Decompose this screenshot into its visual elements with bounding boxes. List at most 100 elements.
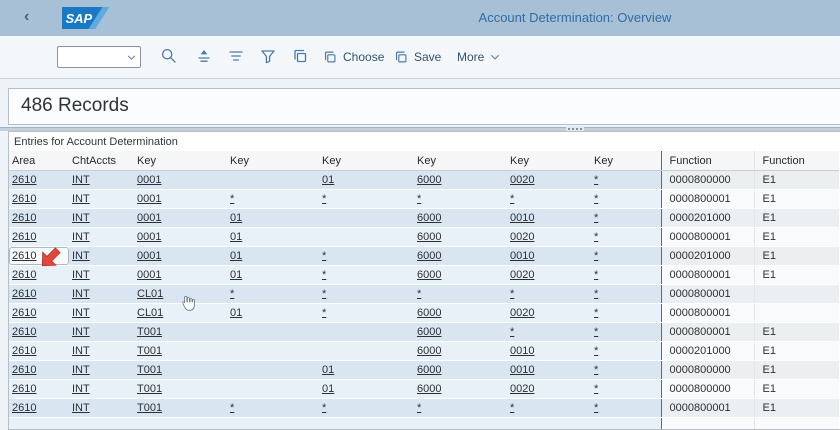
table-cell[interactable]: 0000800001 bbox=[661, 285, 754, 304]
table-cell[interactable]: 0000201000 bbox=[661, 342, 754, 361]
table-cell[interactable]: * bbox=[591, 209, 661, 228]
table-cell[interactable] bbox=[227, 171, 319, 190]
table-cell[interactable]: * bbox=[507, 399, 591, 418]
table-cell[interactable]: * bbox=[319, 266, 414, 285]
table-cell[interactable]: * bbox=[319, 247, 414, 266]
table-cell[interactable]: INT bbox=[69, 247, 134, 266]
table-cell[interactable]: * bbox=[591, 171, 661, 190]
table-cell[interactable]: INT bbox=[69, 304, 134, 323]
table-cell[interactable]: E1 bbox=[754, 228, 839, 247]
table-cell[interactable]: INT bbox=[69, 266, 134, 285]
column-header-area[interactable]: Area bbox=[9, 151, 69, 171]
table-cell[interactable]: 0010 bbox=[507, 342, 591, 361]
table-cell[interactable]: 2610 bbox=[9, 342, 69, 361]
table-cell[interactable]: E1 bbox=[754, 266, 839, 285]
table-cell[interactable]: E1 bbox=[754, 190, 839, 209]
column-header-key-4[interactable]: Key bbox=[414, 151, 507, 171]
table-cell[interactable]: INT bbox=[69, 190, 134, 209]
table-cell[interactable]: 0020 bbox=[507, 171, 591, 190]
table-cell[interactable]: * bbox=[591, 323, 661, 342]
table-cell[interactable]: 0010 bbox=[507, 361, 591, 380]
table-cell[interactable]: E1 bbox=[754, 342, 839, 361]
sort-ascending-button[interactable] bbox=[194, 47, 214, 67]
table-cell[interactable]: INT bbox=[69, 380, 134, 399]
table-cell[interactable]: * bbox=[414, 190, 507, 209]
table-cell[interactable]: 0020 bbox=[507, 266, 591, 285]
table-cell[interactable]: * bbox=[319, 399, 414, 418]
table-cell[interactable]: 0000800001 bbox=[661, 228, 754, 247]
table-cell[interactable]: 0020 bbox=[507, 380, 591, 399]
table-cell[interactable] bbox=[754, 285, 839, 304]
table-cell[interactable]: 6000 bbox=[414, 323, 507, 342]
table-cell[interactable]: 0020 bbox=[507, 228, 591, 247]
table-cell[interactable]: 0001 bbox=[134, 171, 227, 190]
table-cell[interactable]: 6000 bbox=[414, 304, 507, 323]
table-cell[interactable]: 2610 bbox=[9, 171, 69, 190]
more-button[interactable]: More bbox=[457, 46, 501, 68]
table-cell[interactable]: 2610 bbox=[9, 304, 69, 323]
table-cell[interactable]: 0020 bbox=[507, 304, 591, 323]
table-cell[interactable]: * bbox=[591, 247, 661, 266]
table-cell[interactable]: * bbox=[507, 285, 591, 304]
table-cell[interactable]: * bbox=[591, 304, 661, 323]
table-cell[interactable]: E1 bbox=[754, 247, 839, 266]
table-cell[interactable]: 0000800001 bbox=[661, 266, 754, 285]
table-cell[interactable] bbox=[319, 323, 414, 342]
table-cell[interactable] bbox=[319, 228, 414, 247]
table-cell[interactable]: 01 bbox=[227, 304, 319, 323]
table-cell[interactable] bbox=[319, 209, 414, 228]
table-cell[interactable]: 6000 bbox=[414, 380, 507, 399]
table-cell[interactable]: 2610 bbox=[9, 323, 69, 342]
table-cell[interactable]: 2610 bbox=[9, 285, 69, 304]
column-header-chtaccts[interactable]: ChtAccts bbox=[69, 151, 134, 171]
choose-button[interactable]: Choose bbox=[322, 46, 384, 68]
table-cell[interactable]: * bbox=[591, 342, 661, 361]
table-cell[interactable] bbox=[319, 342, 414, 361]
find-button[interactable] bbox=[159, 47, 179, 67]
table-cell[interactable]: 01 bbox=[319, 361, 414, 380]
table-cell[interactable]: 0001 bbox=[134, 247, 227, 266]
table-cell[interactable]: T001 bbox=[134, 361, 227, 380]
table-cell[interactable]: 0010 bbox=[507, 209, 591, 228]
table-cell[interactable]: 0000201000 bbox=[661, 209, 754, 228]
table-cell[interactable]: 2610 bbox=[9, 209, 69, 228]
table-cell[interactable]: 0000201000 bbox=[661, 247, 754, 266]
table-cell[interactable]: T001 bbox=[134, 399, 227, 418]
table-cell[interactable]: T001 bbox=[134, 323, 227, 342]
table-cell[interactable] bbox=[227, 361, 319, 380]
filter-button[interactable] bbox=[258, 47, 278, 67]
table-cell[interactable]: 0000800001 bbox=[661, 190, 754, 209]
table-cell[interactable]: 0000800001 bbox=[661, 399, 754, 418]
table-cell[interactable]: * bbox=[591, 285, 661, 304]
table-cell[interactable]: 0000800000 bbox=[661, 171, 754, 190]
table-cell[interactable] bbox=[227, 342, 319, 361]
table-cell[interactable]: 01 bbox=[227, 247, 319, 266]
table-cell[interactable] bbox=[227, 380, 319, 399]
sort-descending-button[interactable] bbox=[226, 47, 246, 67]
table-cell[interactable]: INT bbox=[69, 285, 134, 304]
table-cell[interactable]: 0001 bbox=[134, 228, 227, 247]
table-cell[interactable]: 01 bbox=[319, 380, 414, 399]
table-cell[interactable]: 0000800001 bbox=[661, 304, 754, 323]
table-cell[interactable]: INT bbox=[69, 399, 134, 418]
table-cell[interactable]: 6000 bbox=[414, 171, 507, 190]
table-cell[interactable]: * bbox=[591, 266, 661, 285]
table-cell[interactable]: 2610 bbox=[9, 190, 69, 209]
table-cell[interactable]: INT bbox=[69, 342, 134, 361]
table-cell[interactable] bbox=[227, 323, 319, 342]
table-cell[interactable]: * bbox=[591, 380, 661, 399]
table-cell[interactable]: 01 bbox=[227, 266, 319, 285]
table-cell[interactable]: E1 bbox=[754, 361, 839, 380]
table-cell[interactable]: * bbox=[414, 285, 507, 304]
table-cell[interactable]: T001 bbox=[134, 342, 227, 361]
table-cell[interactable]: * bbox=[591, 399, 661, 418]
table-cell[interactable]: 2610 bbox=[9, 361, 69, 380]
table-cell[interactable]: INT bbox=[69, 171, 134, 190]
table-cell[interactable]: E1 bbox=[754, 171, 839, 190]
command-combobox-input[interactable] bbox=[61, 49, 125, 67]
table-cell[interactable]: 6000 bbox=[414, 266, 507, 285]
table-cell[interactable]: 01 bbox=[227, 228, 319, 247]
table-cell[interactable]: 0000800001 bbox=[661, 323, 754, 342]
table-cell[interactable]: 01 bbox=[319, 171, 414, 190]
table-cell[interactable]: E1 bbox=[754, 323, 839, 342]
